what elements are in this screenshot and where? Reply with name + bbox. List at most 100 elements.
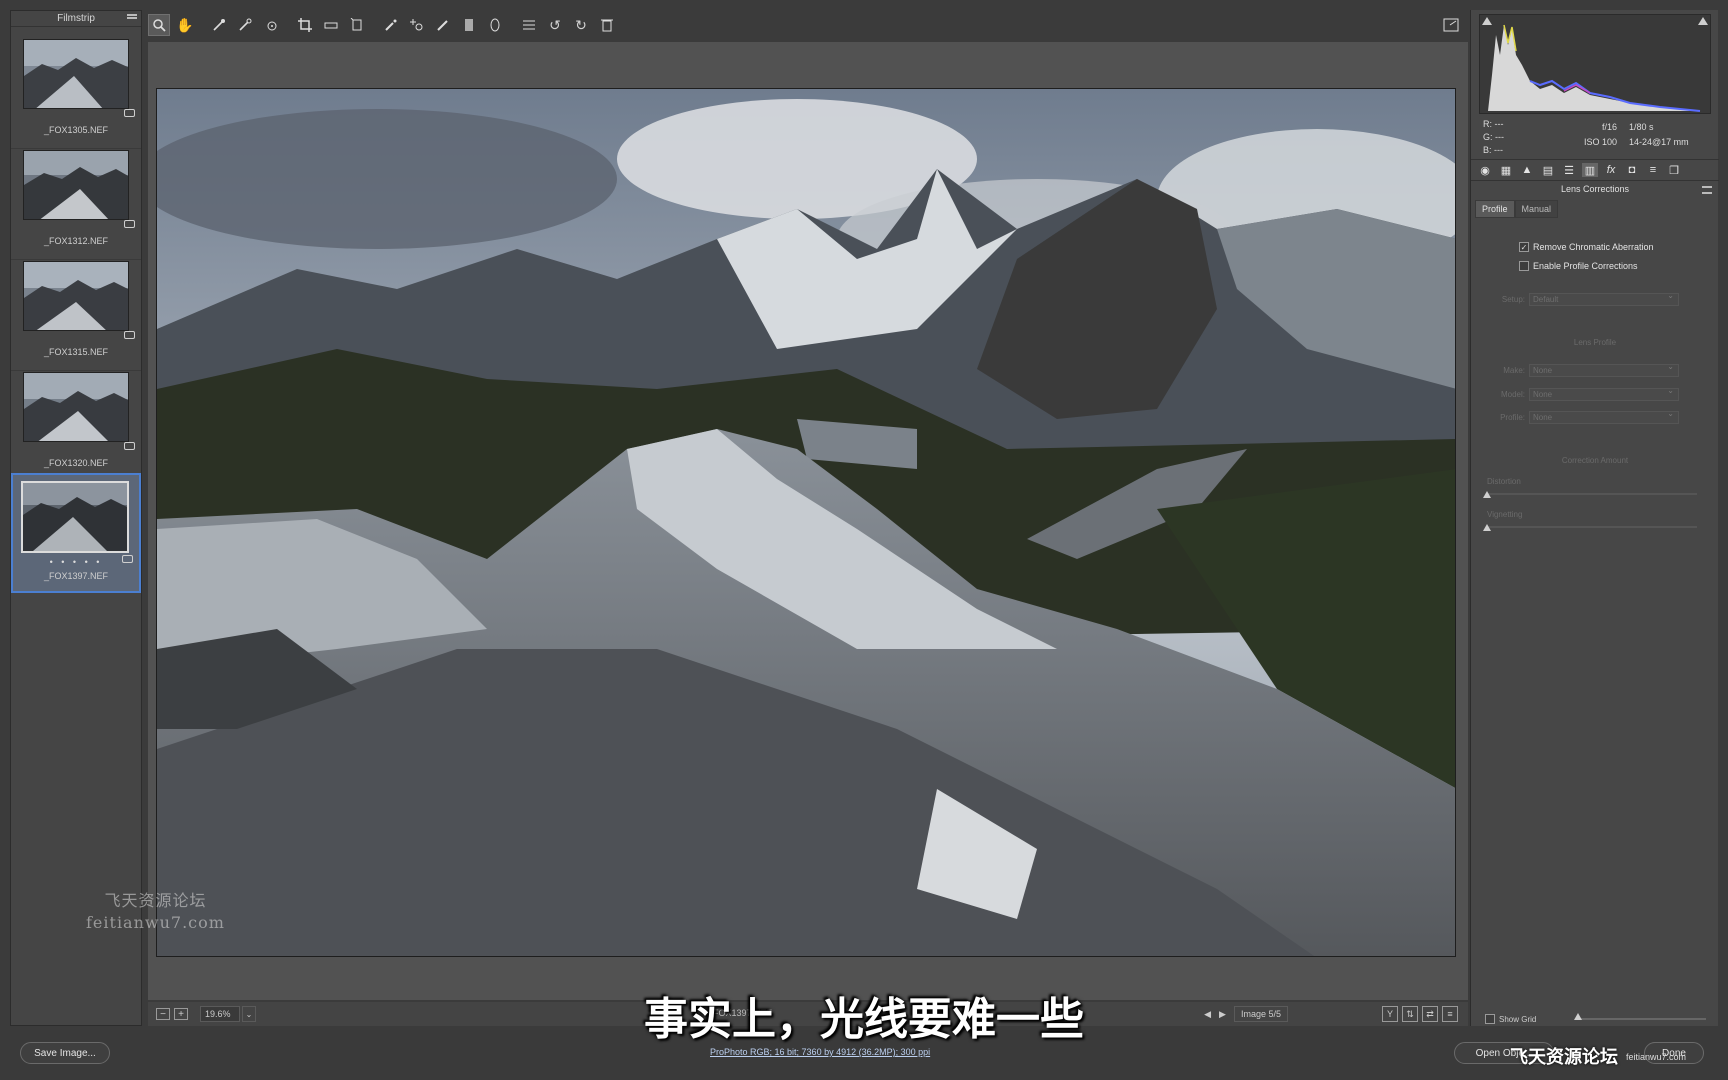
model-select[interactable]: None	[1529, 386, 1679, 401]
shadow-clipping-icon[interactable]	[1482, 17, 1492, 25]
hand-tool-icon[interactable]: ✋	[174, 14, 196, 36]
filmstrip-filename: _FOX1312.NEF	[43, 236, 109, 246]
thumbnail-image	[23, 372, 129, 442]
radial-filter-icon[interactable]	[484, 14, 506, 36]
thumbnail-image	[21, 481, 129, 553]
profile-label: Profile:	[1500, 413, 1525, 422]
rotate-left-icon[interactable]: ↺	[544, 14, 566, 36]
detail-icon[interactable]: ▲	[1519, 163, 1535, 177]
straighten-icon[interactable]	[320, 14, 342, 36]
remove-ca-checkbox[interactable]: ✓	[1519, 242, 1529, 252]
tab-manual[interactable]: Manual	[1514, 200, 1559, 218]
correction-amount-heading: Correction Amount	[1561, 456, 1629, 465]
edit-badge-icon	[124, 109, 135, 117]
filmstrip-item[interactable]: _FOX1312.NEF	[11, 140, 141, 260]
filmstrip-filename: _FOX1397.NEF	[43, 571, 109, 581]
graduated-filter-icon[interactable]	[458, 14, 480, 36]
watermark-right-en: feitianwu7.com	[1626, 1052, 1687, 1062]
filmstrip-filename: _FOX1320.NEF	[43, 458, 109, 468]
preview-canvas[interactable]	[148, 42, 1468, 1000]
enable-profile-checkbox[interactable]	[1519, 261, 1529, 271]
make-label: Make:	[1503, 366, 1525, 375]
watermark-en: feitianwu7.com	[86, 913, 225, 932]
preview-image[interactable]	[156, 88, 1456, 957]
distortion-label: Distortion	[1487, 477, 1521, 486]
camera-calibration-icon[interactable]: ◘	[1624, 163, 1640, 177]
aperture-value: f/16	[1601, 122, 1617, 132]
camera-raw-window: Filmstrip _FOX1305.NEF _FOX1312.NEF _FOX…	[0, 0, 1728, 1080]
histogram	[1479, 14, 1711, 114]
histogram-graph	[1488, 24, 1701, 112]
lens-corrections-icon[interactable]: ▥	[1582, 163, 1598, 177]
panel-menu-icon[interactable]	[1702, 186, 1712, 194]
basic-panel-icon[interactable]: ◉	[1477, 163, 1493, 177]
profile-row: Profile: None	[1485, 409, 1679, 424]
setup-row: Setup: Default	[1485, 291, 1679, 306]
enable-profile-label: Enable Profile Corrections	[1533, 261, 1638, 271]
white-balance-icon[interactable]	[208, 14, 230, 36]
spot-removal-icon[interactable]	[380, 14, 402, 36]
fullscreen-toggle-icon[interactable]	[1440, 14, 1462, 36]
distortion-slider-knob[interactable]	[1483, 491, 1491, 498]
adjustment-brush-icon[interactable]	[432, 14, 454, 36]
remove-ca-row[interactable]: ✓ Remove Chromatic Aberration	[1519, 242, 1654, 252]
make-select[interactable]: None	[1529, 362, 1679, 377]
watermark-left: 飞天资源论坛 feitianwu7.com	[86, 890, 225, 934]
iso-value: ISO 100	[1583, 137, 1617, 147]
b-value: B: ---	[1483, 145, 1503, 155]
enable-profile-row[interactable]: Enable Profile Corrections	[1519, 261, 1638, 271]
model-row: Model: None	[1485, 386, 1679, 401]
vignetting-label: Vignetting	[1487, 510, 1523, 519]
profile-select[interactable]: None	[1529, 409, 1679, 424]
rgb-readout: R: --- G: --- B: ---	[1483, 118, 1504, 157]
presets-icon[interactable]: ≡	[1645, 163, 1661, 177]
filmstrip-panel: Filmstrip _FOX1305.NEF _FOX1312.NEF _FOX…	[10, 10, 142, 1026]
shutter-value: 1/80 s	[1629, 122, 1654, 132]
preferences-icon[interactable]	[518, 14, 540, 36]
tab-profile[interactable]: Profile	[1475, 200, 1515, 218]
watermark-right-cn: 飞天资源论坛	[1510, 1047, 1618, 1067]
subtab-bar: Profile Manual	[1475, 200, 1559, 218]
edit-badge-icon	[124, 442, 135, 450]
trash-icon[interactable]	[596, 14, 618, 36]
crop-icon[interactable]	[294, 14, 316, 36]
rating-dots[interactable]: • • • • •	[13, 557, 139, 567]
edit-badge-icon	[124, 331, 135, 339]
thumbnail-image	[23, 261, 129, 331]
transform-icon[interactable]	[346, 14, 368, 36]
filmstrip-item-selected[interactable]: • • • • • _FOX1397.NEF	[11, 473, 141, 593]
effects-icon[interactable]: fx	[1603, 163, 1619, 177]
g-value: G: ---	[1483, 132, 1504, 142]
distortion-slider[interactable]	[1487, 493, 1697, 495]
tone-curve-icon[interactable]: ▦	[1498, 163, 1514, 177]
filmstrip-filename: _FOX1315.NEF	[43, 347, 109, 357]
targeted-adjustment-icon[interactable]	[260, 14, 282, 36]
hsl-icon[interactable]: ▤	[1540, 163, 1556, 177]
snapshots-icon[interactable]: ❐	[1666, 163, 1682, 177]
edit-badge-icon	[122, 555, 133, 563]
highlight-clipping-icon[interactable]	[1698, 17, 1708, 25]
setup-label: Setup:	[1501, 295, 1525, 304]
tool-bar: ✋ ↺ ↻	[148, 10, 1468, 40]
filmstrip-item[interactable]: _FOX1305.NEF	[11, 29, 141, 149]
remove-ca-label: Remove Chromatic Aberration	[1533, 242, 1654, 252]
filmstrip-title: Filmstrip	[57, 13, 95, 24]
red-eye-icon[interactable]	[406, 14, 428, 36]
lens-value: 14-24@17 mm	[1629, 137, 1689, 147]
filmstrip-header: Filmstrip	[11, 11, 141, 27]
r-value: R: ---	[1483, 119, 1504, 129]
vignetting-slider[interactable]	[1487, 526, 1697, 528]
workflow-options-link[interactable]: ProPhoto RGB; 16 bit; 7360 by 4912 (36.2…	[710, 1047, 930, 1057]
setup-select[interactable]: Default	[1529, 291, 1679, 306]
split-toning-icon[interactable]: ☰	[1561, 163, 1577, 177]
color-sampler-icon[interactable]	[234, 14, 256, 36]
vignetting-slider-knob[interactable]	[1483, 524, 1491, 531]
filmstrip-menu-icon[interactable]	[127, 13, 137, 23]
model-label: Model:	[1500, 390, 1525, 399]
zoom-tool-icon[interactable]	[148, 14, 170, 36]
filmstrip-item[interactable]: _FOX1320.NEF	[11, 362, 141, 482]
filmstrip-item[interactable]: _FOX1315.NEF	[11, 251, 141, 371]
edit-badge-icon	[124, 220, 135, 228]
thumbnail-image	[23, 150, 129, 220]
rotate-right-icon[interactable]: ↻	[570, 14, 592, 36]
